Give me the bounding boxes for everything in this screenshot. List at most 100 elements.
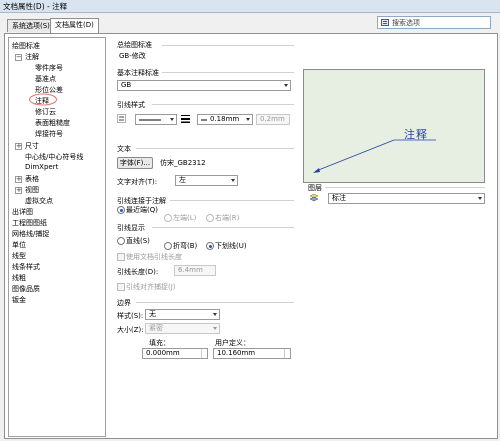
leader-bent-radio[interactable]: [164, 242, 172, 250]
leader-bent-label: 折弯(B): [173, 242, 198, 250]
leader-length-field[interactable]: 6.4mm: [174, 265, 216, 276]
search-placeholder: 搜索选项: [392, 19, 420, 27]
attach-nearest-radio[interactable]: [117, 206, 125, 214]
border-size-label: 大小(Z):: [117, 326, 144, 334]
window-title: 文档属性(D) - 注释: [3, 2, 68, 11]
group-line: [170, 200, 294, 201]
tree-item-views[interactable]: 视图: [25, 185, 39, 195]
border-group-label: 边界: [117, 299, 131, 307]
tree-item-dimxpert[interactable]: DimXpert: [25, 163, 58, 171]
options-tree: 绘图标准 − 注解 零件序号 基准点 形位公差 注释 修订云 表面粗糙度 焊接符…: [8, 37, 106, 437]
tree-item-surface-finishes[interactable]: 表面粗糙度: [35, 118, 70, 128]
line-style-select[interactable]: [135, 114, 177, 125]
tree-item-line-thickness[interactable]: 线粗: [12, 273, 26, 283]
layer-value: 标注: [332, 194, 346, 202]
use-doc-length-checkbox[interactable]: [117, 253, 125, 261]
padding-label: 填充：: [149, 339, 170, 347]
text-group-label: 文本: [117, 145, 131, 153]
group-line: [162, 45, 294, 46]
spinner-icon[interactable]: [284, 349, 290, 358]
group-line: [136, 302, 294, 303]
base-standard-value: GB: [121, 81, 132, 89]
tree-item-sheet-metal[interactable]: 钣金: [12, 295, 26, 305]
align-snap-checkbox[interactable]: [117, 283, 125, 291]
chevron-down-icon: [213, 327, 217, 330]
leader-arrow-icon: [313, 139, 436, 173]
group-line: [136, 148, 294, 149]
chevron-down-icon: [170, 118, 174, 121]
text-align-select[interactable]: 左: [175, 175, 238, 186]
padding-value: 0.000mm: [146, 349, 180, 357]
tree-item-annotations[interactable]: 注解: [25, 52, 39, 62]
border-size-select[interactable]: 紧密: [145, 323, 220, 334]
tree-item-grid-snap[interactable]: 网格线/捕捉: [12, 229, 49, 239]
leader-underline-radio[interactable]: [206, 242, 214, 250]
user-defined-value: 10.160mm: [217, 349, 256, 357]
tree-item-revision-clouds[interactable]: 修订云: [35, 107, 56, 117]
use-doc-length-label: 使用文档引线长度: [126, 253, 182, 261]
tree-item-weld-symbols[interactable]: 焊接符号: [35, 129, 63, 139]
leader-style-label: 引线样式: [117, 101, 145, 109]
expand-icon[interactable]: +: [15, 143, 22, 150]
base-standard-label: 基本注释标准: [117, 69, 159, 77]
expand-icon[interactable]: +: [15, 187, 22, 194]
user-defined-field[interactable]: 10.160mm: [213, 348, 291, 359]
leader-length-label: 引线长度(D):: [117, 268, 159, 276]
search-options-icon: [381, 19, 389, 26]
attach-left-radio[interactable]: [164, 214, 172, 222]
tree-item-balloons[interactable]: 零件序号: [35, 63, 63, 73]
leader-straight-label: 直线(S): [126, 237, 150, 245]
tree-item-tables[interactable]: 表格: [25, 174, 39, 184]
line-weight-icon: [181, 115, 190, 123]
search-options-input[interactable]: 搜索选项: [377, 16, 491, 29]
tree-item-dimensions[interactable]: 尺寸: [25, 141, 39, 151]
solid-line-icon: [139, 119, 161, 121]
tree-item-units[interactable]: 单位: [12, 240, 26, 250]
weight-sample-icon: [201, 119, 207, 121]
expand-icon[interactable]: +: [15, 176, 22, 183]
overall-standard-value: GB-修改: [119, 52, 146, 60]
leader-display-label: 引线显示: [117, 224, 145, 232]
tab-document-properties[interactable]: 文档属性(D): [50, 18, 99, 33]
align-snap-label: 引线对齐捕捉(J): [126, 283, 176, 291]
tree-item-drafting-standard[interactable]: 绘图标准: [12, 41, 40, 51]
text-align-value: 左: [179, 176, 186, 184]
window-titlebar: 文档属性(D) - 注释: [0, 0, 500, 13]
custom-weight-value: 0.2mm: [260, 115, 285, 123]
tree-item-centerlines[interactable]: 中心线/中心符号线: [25, 152, 83, 162]
chevron-down-icon: [284, 84, 288, 87]
text-align-label: 文字对齐(T):: [117, 178, 158, 186]
layers-icon: [309, 193, 319, 202]
tree-item-drawing-sheets[interactable]: 工程图图纸: [12, 218, 47, 228]
line-weight-value: 0.18mm: [210, 115, 240, 123]
tree-item-line-style[interactable]: 线条样式: [12, 262, 40, 272]
leader-length-value: 6.4mm: [178, 266, 203, 274]
tree-item-line-font[interactable]: 线型: [12, 251, 26, 261]
tree-item-detailing[interactable]: 出详图: [12, 207, 33, 217]
spinner-icon[interactable]: [201, 349, 207, 358]
tree-item-virtual-sharps[interactable]: 虚拟交点: [25, 196, 53, 206]
preview-note-text: 注释: [404, 128, 428, 141]
leader-style-icon: [117, 114, 126, 123]
leader-underline-label: 下划线(U): [215, 242, 247, 250]
leader-straight-radio[interactable]: [117, 237, 125, 245]
tab-system-options[interactable]: 系统选项(S): [7, 19, 55, 32]
font-button[interactable]: 字体(F)...: [117, 157, 153, 169]
group-line: [162, 72, 294, 73]
padding-field[interactable]: 0.000mm: [142, 348, 208, 359]
tree-item-datums[interactable]: 基准点: [35, 74, 56, 84]
note-preview: 注释: [303, 69, 485, 183]
collapse-icon[interactable]: −: [15, 54, 22, 61]
line-weight-select[interactable]: 0.18mm: [197, 114, 253, 125]
custom-weight-field[interactable]: 0.2mm: [256, 114, 290, 125]
base-standard-select[interactable]: GB: [117, 80, 291, 91]
chevron-down-icon: [213, 313, 217, 316]
border-style-select[interactable]: 无: [145, 309, 220, 320]
attach-right-label: 右端(R): [215, 214, 240, 222]
attach-right-radio[interactable]: [206, 214, 214, 222]
tree-item-image-quality[interactable]: 图像品质: [12, 284, 40, 294]
group-line: [152, 104, 294, 105]
border-style-value: 无: [149, 310, 156, 318]
layer-select[interactable]: 标注: [328, 193, 485, 204]
group-line: [325, 187, 485, 188]
